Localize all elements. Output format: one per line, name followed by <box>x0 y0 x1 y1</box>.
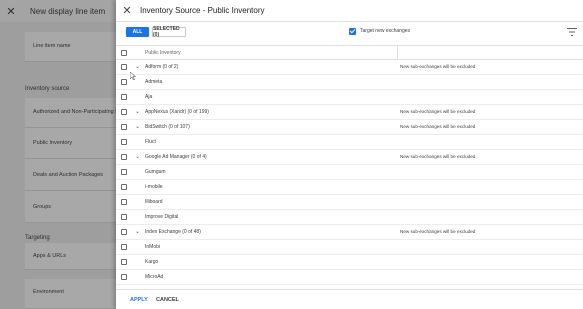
row-exchange-name: Gumgum <box>145 169 166 175</box>
inventory-source-dialog: ✕ Inventory Source - Public Inventory AL… <box>116 0 583 309</box>
table-row[interactable]: ⌄ AppNexus (Xandr) (0 of 199) New sub-exch… <box>116 105 583 120</box>
targeting-environment: Environment <box>25 279 116 309</box>
row-exchange-name: Aja <box>145 94 153 100</box>
line-item-editor-background: ✕ New display line item Line item name I… <box>0 0 116 309</box>
filter-icon[interactable] <box>567 28 577 36</box>
close-icon[interactable]: ✕ <box>116 4 138 17</box>
dialog-footer: APPLY CANCEL <box>116 289 583 309</box>
row-checkbox[interactable] <box>121 109 127 115</box>
row-checkbox[interactable] <box>121 229 127 235</box>
inventory-option-groups: Groups <box>25 191 116 223</box>
row-exchange-name: Improve Digital <box>145 214 179 220</box>
table-row[interactable]: InMobi <box>116 240 583 255</box>
table-row[interactable]: ⌄ Index Exchange (0 of 48) New sub-exchang… <box>116 225 583 240</box>
row-exchange-name: MicroAd <box>145 274 164 280</box>
table-row[interactable]: ⌄ Adform (0 of 2) New sub-exchanges will b… <box>116 60 583 75</box>
row-checkbox[interactable] <box>121 154 127 160</box>
row-checkbox[interactable] <box>121 79 127 85</box>
row-exchange-name: Fluct <box>145 139 156 145</box>
row-sub-exchange-note: New sub-exchanges will be excluded <box>400 109 476 114</box>
table-row[interactable]: Fluct <box>116 135 583 150</box>
row-exchange-name: Index Exchange (0 of 48) <box>145 229 201 235</box>
row-checkbox[interactable] <box>121 184 127 190</box>
inventory-option-label: Deals and Auction Packages <box>33 172 104 178</box>
row-checkbox[interactable] <box>121 124 127 130</box>
inventory-option-label: Groups <box>33 204 52 210</box>
targeting-item-label: Environment <box>33 289 64 295</box>
column-header-public-inventory: Public Inventory <box>145 50 181 56</box>
tab-selected-button[interactable]: SELECTED (0) <box>152 26 186 38</box>
row-checkbox[interactable] <box>121 169 127 175</box>
table-row[interactable]: Aja <box>116 90 583 105</box>
targeting-label: Targeting <box>25 235 50 241</box>
table-row[interactable]: Admeta <box>116 75 583 90</box>
inventory-option-label: Authorized and Non-Participating Pu <box>33 109 116 115</box>
row-checkbox[interactable] <box>121 139 127 145</box>
targeting-item-label: Apps & URLs <box>33 253 67 259</box>
row-sub-exchange-note: New sub-exchanges will be excluded <box>400 64 476 69</box>
inventory-table: Public Inventory ⌄ Adform (0 of 2) New sub… <box>116 45 583 288</box>
inventory-option-authorized: Authorized and Non-Participating Pu <box>25 98 116 128</box>
row-sub-exchange-note: New sub-exchanges will be excluded <box>400 229 476 234</box>
table-row[interactable]: ⌄ Google Ad Manager (0 of 4) New sub-excha… <box>116 150 583 165</box>
row-exchange-name: AppNexus (Xandr) (0 of 199) <box>145 109 209 115</box>
row-exchange-name: Admeta <box>145 79 163 85</box>
mouse-cursor-icon <box>130 72 136 80</box>
table-row[interactable]: MicroAd <box>116 270 583 285</box>
chevron-down-icon[interactable]: ⌄ <box>135 228 140 235</box>
dialog-header: ✕ Inventory Source - Public Inventory <box>116 0 583 22</box>
tab-all-button[interactable]: ALL <box>126 27 149 37</box>
row-checkbox[interactable] <box>121 274 127 280</box>
table-row[interactable]: ⌄ BidSwitch (0 of 107) New sub-exchanges w… <box>116 120 583 135</box>
row-exchange-name: Google Ad Manager (0 of 4) <box>145 154 207 160</box>
line-item-name-label: Line item name <box>33 43 71 49</box>
row-sub-exchange-note: New sub-exchanges will be excluded <box>400 154 476 159</box>
target-new-exchanges-label: Target new exchanges <box>360 28 411 34</box>
apply-button[interactable]: APPLY <box>130 297 148 303</box>
inventory-option-label: Public Inventory <box>33 140 73 146</box>
row-exchange-name: i-mobile <box>145 184 163 190</box>
table-header: Public Inventory <box>116 45 583 60</box>
table-row[interactable]: i-mobile <box>116 180 583 195</box>
table-row[interactable]: Kargo <box>116 255 583 270</box>
line-item-name-card: Line item name <box>25 32 116 62</box>
row-exchange-name: Kargo <box>145 259 159 265</box>
dialog-title: Inventory Source - Public Inventory <box>140 6 265 15</box>
row-sub-exchange-note: New sub-exchanges will be excluded <box>400 124 476 129</box>
chevron-down-icon[interactable]: ⌄ <box>135 123 140 130</box>
inventory-source-label: Inventory source <box>25 86 70 92</box>
row-checkbox[interactable] <box>121 94 127 100</box>
target-new-exchanges-checkbox[interactable] <box>349 28 356 35</box>
targeting-apps-urls: Apps & URLs <box>25 243 116 270</box>
table-row[interactable]: Illiboard <box>116 195 583 210</box>
inventory-option-public: Public Inventory <box>25 128 116 159</box>
background-header: ✕ New display line item <box>0 0 116 22</box>
table-body: ⌄ Adform (0 of 2) New sub-exchanges will b… <box>116 60 583 285</box>
background-title: New display line item <box>30 6 106 16</box>
row-checkbox[interactable] <box>121 64 127 70</box>
table-row[interactable]: Gumgum <box>116 165 583 180</box>
row-checkbox[interactable] <box>121 214 127 220</box>
row-exchange-name: Illiboard <box>145 199 163 205</box>
dialog-toolbar: ALL SELECTED (0) Target new exchanges <box>116 26 583 41</box>
column-divider <box>397 46 398 60</box>
chevron-down-icon[interactable]: ⌄ <box>135 63 140 70</box>
chevron-down-icon[interactable]: ⌄ <box>135 153 140 160</box>
background-close-icon: ✕ <box>6 5 16 18</box>
table-row[interactable]: Improve Digital <box>116 210 583 225</box>
select-all-checkbox[interactable] <box>121 50 127 56</box>
cancel-button[interactable]: CANCEL <box>156 297 179 303</box>
row-checkbox[interactable] <box>121 244 127 250</box>
row-checkbox[interactable] <box>121 199 127 205</box>
row-exchange-name: Adform (0 of 2) <box>145 64 179 70</box>
inventory-option-deals: Deals and Auction Packages <box>25 159 116 191</box>
row-checkbox[interactable] <box>121 259 127 265</box>
chevron-down-icon[interactable]: ⌄ <box>135 108 140 115</box>
row-exchange-name: BidSwitch (0 of 107) <box>145 124 190 130</box>
row-exchange-name: InMobi <box>145 244 161 250</box>
